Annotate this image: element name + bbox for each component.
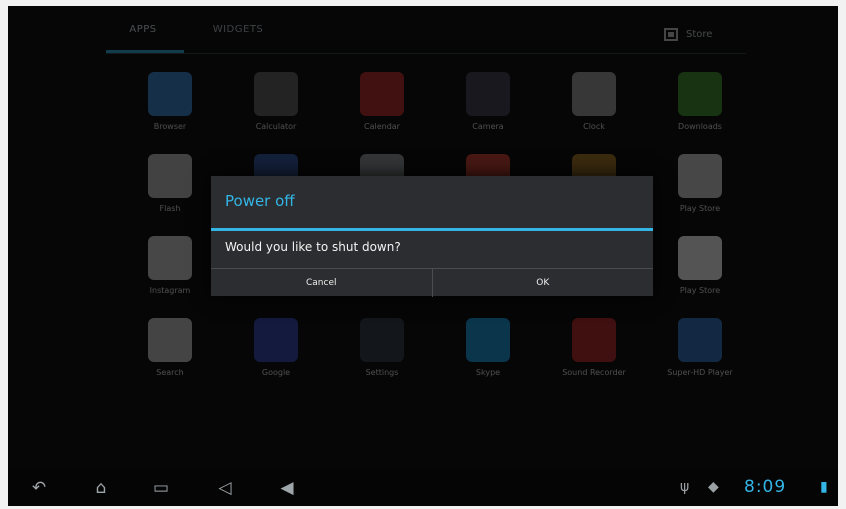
app-calculator[interactable]: Calculator xyxy=(226,72,326,152)
app-play-store[interactable]: Play Store xyxy=(650,236,750,316)
app-camera[interactable]: Camera xyxy=(438,72,538,152)
back-icon[interactable]: ↶ xyxy=(22,477,56,499)
globe-icon xyxy=(148,72,192,116)
app-search[interactable]: Search xyxy=(120,318,220,398)
search-icon xyxy=(148,318,192,362)
app-skype[interactable]: Skype xyxy=(438,318,538,398)
calendar-icon xyxy=(360,72,404,116)
usb-icon: ψ xyxy=(680,479,690,495)
store-icon xyxy=(678,236,722,280)
app-label: Skype xyxy=(475,368,501,377)
app-label: Play Store xyxy=(679,286,721,295)
app-label: Search xyxy=(156,368,184,377)
store-button[interactable]: Store xyxy=(664,26,712,42)
power-off-dialog: Power off Would you like to shut down? C… xyxy=(211,176,653,297)
tab-widgets[interactable]: WIDGETS xyxy=(198,24,278,44)
app-drawer-tabs: APPS WIDGETS Store xyxy=(8,6,838,58)
app-label: Browser xyxy=(153,122,187,131)
app-label: Super-HD Player xyxy=(667,368,733,377)
app-google[interactable]: Google xyxy=(226,318,326,398)
app-label: Settings xyxy=(365,368,399,377)
instagram-icon xyxy=(148,236,192,280)
app-downloads[interactable]: Downloads xyxy=(650,72,750,152)
app-calendar[interactable]: Calendar xyxy=(332,72,432,152)
store-label: Store xyxy=(686,28,713,40)
clock-icon xyxy=(572,72,616,116)
calculator-icon xyxy=(254,72,298,116)
recent-apps-icon[interactable]: ▭ xyxy=(144,477,178,499)
app-label: Camera xyxy=(472,122,504,131)
dialog-button-bar: Cancel OK xyxy=(211,268,653,297)
ok-button[interactable]: OK xyxy=(431,269,654,297)
volume-down-icon[interactable]: ◁ xyxy=(208,477,242,499)
app-flash[interactable]: Flash xyxy=(120,154,220,234)
microphone-icon xyxy=(572,318,616,362)
app-label: Calculator xyxy=(255,122,297,131)
app-sound-recorder[interactable]: Sound Recorder xyxy=(544,318,644,398)
dialog-message: Would you like to shut down? xyxy=(225,240,401,254)
flash-icon xyxy=(148,154,192,198)
tablet-screen: APPS WIDGETS Store Browser Calculator Cale… xyxy=(8,6,838,506)
app-clock[interactable]: Clock xyxy=(544,72,644,152)
tabs-divider xyxy=(106,53,746,54)
home-icon[interactable]: ⌂ xyxy=(84,477,118,499)
app-label: Instagram xyxy=(149,286,191,295)
app-label: Play Store xyxy=(679,204,721,213)
app-label: Downloads xyxy=(678,122,722,131)
shopping-bag-icon xyxy=(678,154,722,198)
app-label: Google xyxy=(261,368,291,377)
volume-up-icon[interactable]: ◀ xyxy=(270,477,304,499)
dialog-title-divider xyxy=(211,228,653,231)
battery-icon: ▮ xyxy=(820,479,828,495)
notification-icon[interactable]: ◆ xyxy=(708,479,719,495)
app-label: Clock xyxy=(583,122,605,131)
dialog-title: Power off xyxy=(225,192,295,210)
google-icon xyxy=(254,318,298,362)
camera-icon xyxy=(466,72,510,116)
app-settings[interactable]: Settings xyxy=(332,318,432,398)
settings-icon xyxy=(360,318,404,362)
app-super-hd-player[interactable]: Super-HD Player xyxy=(650,318,750,398)
tab-apps[interactable]: APPS xyxy=(108,24,178,44)
video-player-icon xyxy=(678,318,722,362)
system-navigation-bar: ↶ ⌂ ▭ ◁ ◀ ψ ◆ 8:09 ▮ xyxy=(8,468,838,506)
app-label: Calendar xyxy=(364,122,400,131)
download-icon xyxy=(678,72,722,116)
app-browser[interactable]: Browser xyxy=(120,72,220,152)
status-clock: 8:09 xyxy=(744,477,787,497)
app-label: Sound Recorder xyxy=(562,368,626,377)
skype-icon xyxy=(466,318,510,362)
app-label: Flash xyxy=(159,204,181,213)
cancel-button[interactable]: Cancel xyxy=(211,269,432,297)
store-icon xyxy=(664,27,678,41)
app-play-store[interactable]: Play Store xyxy=(650,154,750,234)
app-instagram[interactable]: Instagram xyxy=(120,236,220,316)
